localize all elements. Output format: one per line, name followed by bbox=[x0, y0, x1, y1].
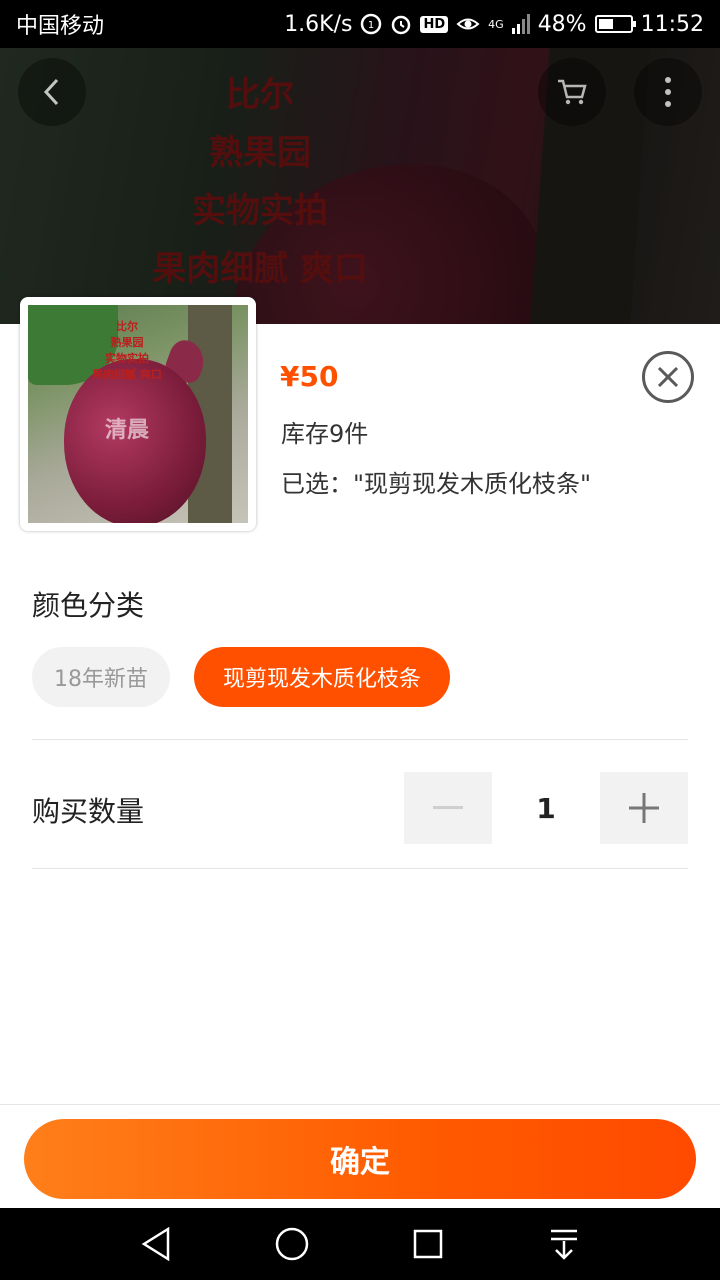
stock-count: 库存9件 bbox=[281, 420, 369, 448]
triangle-back-icon bbox=[141, 1227, 170, 1261]
nav-back-button[interactable] bbox=[136, 1224, 176, 1264]
alarm-icon bbox=[390, 13, 412, 35]
data-saver-icon: 1 bbox=[360, 13, 382, 35]
decrease-quantity-button[interactable] bbox=[404, 772, 492, 844]
minus-icon bbox=[433, 806, 463, 809]
circle-home-icon bbox=[275, 1227, 309, 1261]
nav-notifications-button[interactable] bbox=[544, 1224, 584, 1264]
product-hero-image: 比尔 熟果园 实物实拍 果肉细腻 爽口 bbox=[0, 48, 720, 324]
eye-comfort-icon bbox=[456, 15, 480, 33]
thumb-watermark: 清晨 bbox=[104, 418, 149, 443]
thumb-text-line: 实物实拍 bbox=[105, 352, 149, 365]
back-arrow-icon bbox=[43, 78, 59, 106]
plus-icon bbox=[629, 793, 659, 823]
square-recents-icon bbox=[413, 1229, 443, 1259]
network-type: 4G bbox=[488, 17, 504, 31]
battery-icon bbox=[594, 15, 636, 33]
thumbnail-overlay-text: 比尔 熟果园 实物实拍 果肉细腻 爽口 清晨 bbox=[62, 319, 192, 443]
increase-quantity-button[interactable] bbox=[600, 772, 688, 844]
thumb-text-line: 熟果园 bbox=[110, 336, 144, 349]
svg-text:1: 1 bbox=[368, 20, 374, 31]
cart-button[interactable] bbox=[538, 58, 606, 126]
nav-recents-button[interactable] bbox=[408, 1224, 448, 1264]
quantity-label: 购买数量 bbox=[32, 795, 145, 828]
cart-icon bbox=[558, 79, 587, 105]
quantity-value[interactable]: 1 bbox=[492, 772, 600, 844]
pull-down-icon bbox=[551, 1229, 577, 1260]
close-button[interactable] bbox=[642, 351, 694, 403]
status-bar: 中国移动 1.6K/s 1 HD 4G 48% 11:52 bbox=[0, 0, 720, 48]
network-speed: 1.6K/s bbox=[284, 11, 353, 37]
divider bbox=[32, 868, 688, 869]
battery-percent: 48% bbox=[537, 11, 587, 37]
variant-section-title: 颜色分类 bbox=[32, 589, 145, 622]
hd-icon: HD bbox=[420, 15, 449, 33]
selected-variant-text: 已选："现剪现发木质化枝条" bbox=[281, 470, 592, 498]
back-button[interactable] bbox=[18, 58, 86, 126]
thumbnail-image: 比尔 熟果园 实物实拍 果肉细腻 爽口 清晨 bbox=[28, 305, 248, 523]
thumb-text-line: 比尔 bbox=[116, 320, 138, 333]
variant-option-18-new-seedling[interactable]: 18年新苗 bbox=[32, 647, 170, 707]
confirm-button[interactable]: 确定 bbox=[24, 1119, 696, 1199]
signal-icon bbox=[511, 14, 530, 34]
footer-divider bbox=[0, 1104, 720, 1105]
divider bbox=[32, 739, 688, 740]
battery-fill bbox=[598, 19, 613, 29]
dim-overlay[interactable] bbox=[0, 48, 720, 324]
close-icon bbox=[657, 366, 679, 388]
product-thumbnail[interactable]: 比尔 熟果园 实物实拍 果肉细腻 爽口 清晨 bbox=[20, 297, 256, 531]
product-price: ¥50 bbox=[280, 360, 339, 393]
system-navigation-bar bbox=[0, 1208, 720, 1280]
more-vertical-icon bbox=[665, 77, 671, 107]
status-icons: 1.6K/s 1 HD 4G 48% 11:52 bbox=[284, 12, 704, 37]
variant-option-cut-branch[interactable]: 现剪现发木质化枝条 bbox=[194, 647, 450, 707]
thumb-text-line: 果肉细腻 爽口 bbox=[92, 368, 162, 381]
more-button[interactable] bbox=[634, 58, 702, 126]
clock: 11:52 bbox=[640, 11, 704, 37]
nav-home-button[interactable] bbox=[272, 1224, 312, 1264]
carrier-name: 中国移动 bbox=[16, 14, 105, 39]
